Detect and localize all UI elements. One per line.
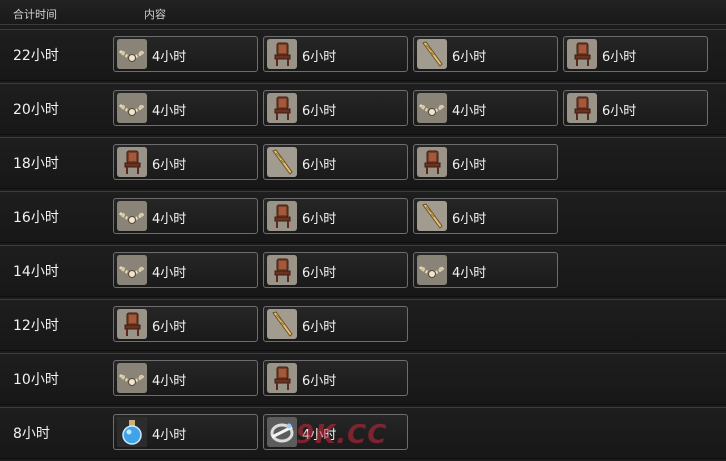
item-slot[interactable]: 4小时 [113,252,258,288]
total-time-label: 12小时 [13,318,59,334]
chair-icon [567,39,597,69]
necklace-icon [117,201,147,231]
chair-icon [267,93,297,123]
item-duration: 6小时 [152,320,187,335]
item-duration: 4小时 [152,50,187,65]
item-slot[interactable]: 4小时 [113,360,258,396]
chair-icon [117,309,147,339]
table-row: 22小时 4小时 6小时 6小时 6小时 [0,29,726,81]
item-slot[interactable]: 6小时 [263,306,408,342]
chair-icon [567,93,597,123]
total-time-label: 8小时 [13,426,50,442]
item-slot[interactable]: 4小时 [113,198,258,234]
item-slot[interactable]: 6小时 [263,252,408,288]
item-slot[interactable]: 4小时 [113,36,258,72]
table-row: 14小时 4小时 6小时 4小时 [0,245,726,297]
ring-icon [267,417,297,447]
table-row: 10小时 4小时 6小时 [0,353,726,405]
item-duration: 6小时 [602,50,637,65]
club-icon [417,39,447,69]
item-slot[interactable]: 4小时 [413,252,558,288]
item-duration: 6小时 [302,266,337,281]
potion-icon [117,417,147,447]
item-duration: 6小时 [302,320,337,335]
total-time-label: 10小时 [13,372,59,388]
chair-icon [417,147,447,177]
club-icon [267,147,297,177]
item-slot[interactable]: 6小时 [413,36,558,72]
necklace-icon [417,255,447,285]
total-time-label: 18小时 [13,156,59,172]
club-icon [417,201,447,231]
necklace-icon [117,363,147,393]
item-duration: 6小时 [452,50,487,65]
necklace-icon [117,255,147,285]
item-slot[interactable]: 6小时 [113,306,258,342]
table-row: 8小时 4小时 4小时 [0,407,726,459]
item-duration: 6小时 [302,50,337,65]
table-row: 18小时 6小时 6小时 6小时 [0,137,726,189]
item-duration: 4小时 [152,212,187,227]
item-slot[interactable]: 6小时 [263,360,408,396]
item-slot[interactable]: 6小时 [413,198,558,234]
item-duration: 4小时 [302,428,337,443]
table-row: 16小时 4小时 6小时 6小时 [0,191,726,243]
chair-icon [267,39,297,69]
item-duration: 6小时 [302,104,337,119]
column-header-total-time: 合计时间 [13,8,57,21]
table-row: 20小时 4小时 6小时 4小时 6小时 [0,83,726,135]
chair-icon [267,363,297,393]
item-duration: 6小时 [602,104,637,119]
total-time-label: 20小时 [13,102,59,118]
item-slot[interactable]: 6小时 [263,36,408,72]
item-duration: 6小时 [452,158,487,173]
total-time-label: 22小时 [13,48,59,64]
necklace-icon [117,39,147,69]
item-slot[interactable]: 4小时 [113,414,258,450]
item-duration: 6小时 [452,212,487,227]
item-duration: 6小时 [302,212,337,227]
chair-icon [117,147,147,177]
necklace-icon [417,93,447,123]
table-row: 12小时 6小时 6小时 [0,299,726,351]
item-slot[interactable]: 6小时 [263,90,408,126]
item-slot[interactable]: 4小时 [263,414,408,450]
item-slot[interactable]: 6小时 [563,90,708,126]
item-slot[interactable]: 6小时 [263,144,408,180]
item-duration: 6小时 [152,158,187,173]
item-duration: 6小时 [302,374,337,389]
chair-icon [267,255,297,285]
column-header-content: 内容 [144,8,166,21]
club-icon [267,309,297,339]
item-slot[interactable]: 6小时 [563,36,708,72]
item-slot[interactable]: 4小时 [113,90,258,126]
necklace-icon [117,93,147,123]
chair-icon [267,201,297,231]
item-duration: 4小时 [452,266,487,281]
item-duration: 6小时 [302,158,337,173]
item-duration: 4小时 [152,428,187,443]
item-duration: 4小时 [452,104,487,119]
item-slot[interactable]: 6小时 [113,144,258,180]
item-slot[interactable]: 6小时 [413,144,558,180]
item-slot[interactable]: 4小时 [413,90,558,126]
total-time-label: 16小时 [13,210,59,226]
item-duration: 4小时 [152,104,187,119]
item-duration: 4小时 [152,266,187,281]
item-slot[interactable]: 6小时 [263,198,408,234]
item-duration: 4小时 [152,374,187,389]
table-header: 合计时间 内容 [0,0,726,25]
total-time-label: 14小时 [13,264,59,280]
